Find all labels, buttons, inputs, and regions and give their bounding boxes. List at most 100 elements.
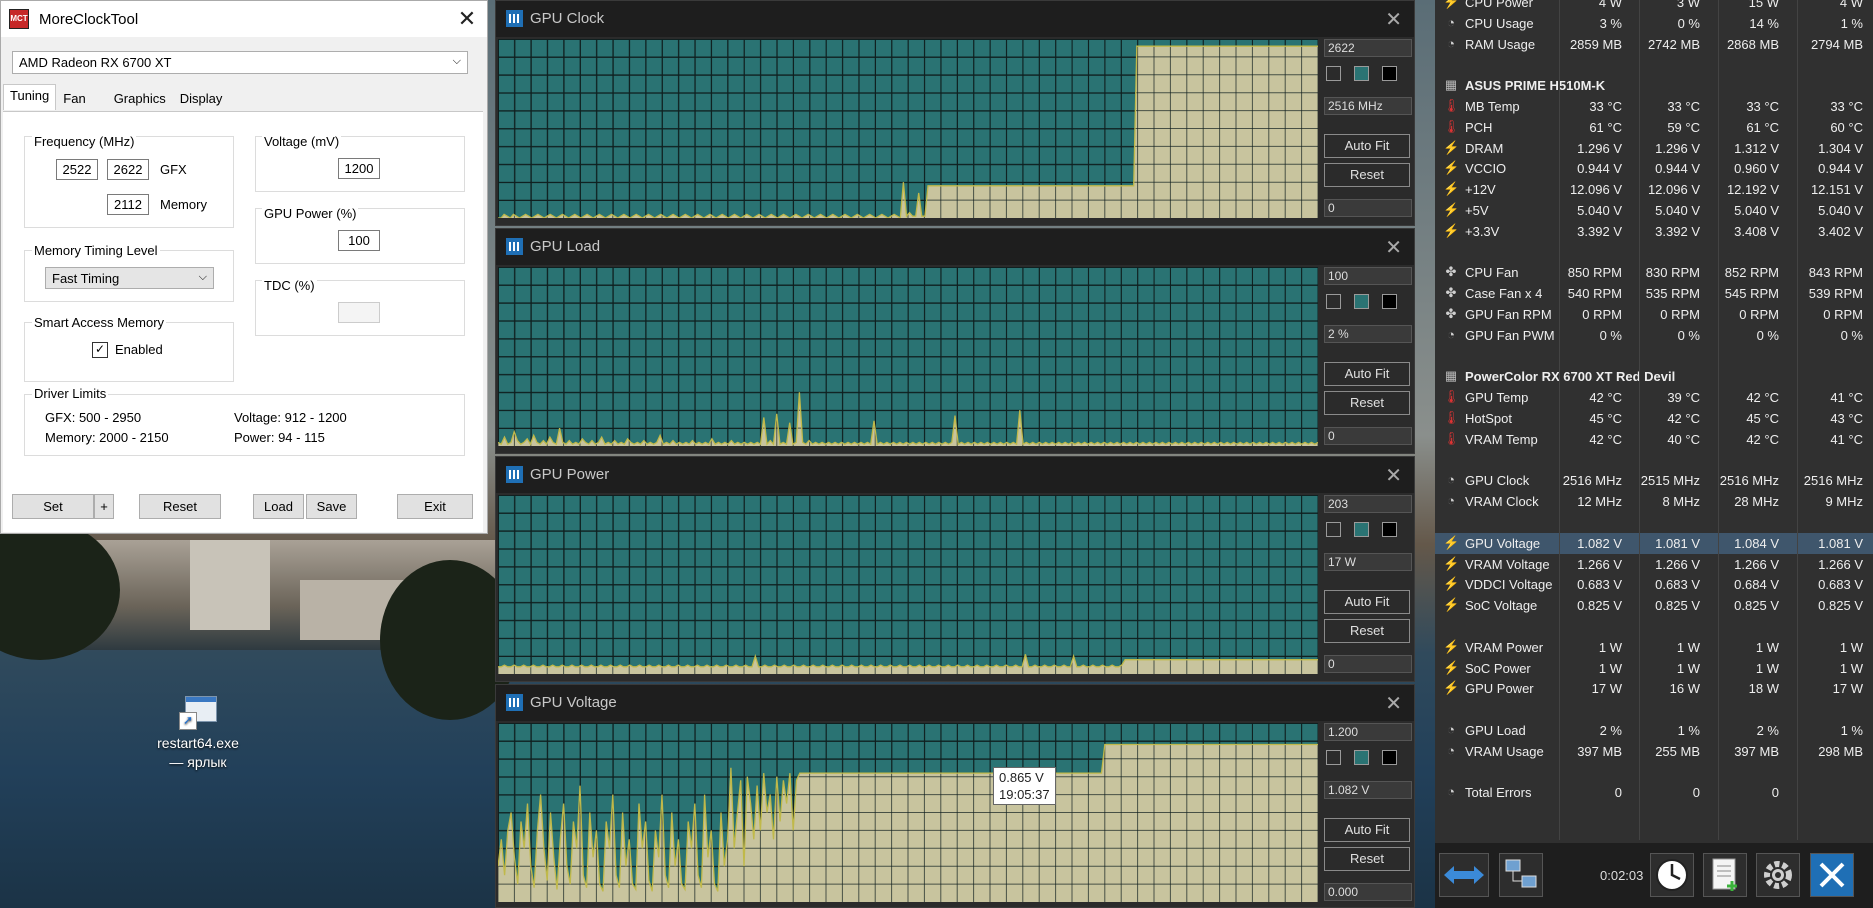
sensor-row[interactable]: ◔ GPU Clock 2516 MHz 2515 MHz 2516 MHz 2516 … — [1435, 470, 1873, 491]
reset-button[interactable]: Reset — [1324, 163, 1410, 187]
sensor-group-header[interactable]: ▦ PowerColor RX 6700 XT Red Devil — [1435, 366, 1873, 387]
sensor-row[interactable]: ⚡ +12V 12.096 V 12.096 V 12.192 V 12.151 V — [1435, 179, 1873, 200]
sensor-spacer — [1435, 54, 1873, 75]
sensor-group-header[interactable]: ▦ ASUS PRIME H510M-K — [1435, 75, 1873, 96]
sensor-row[interactable]: ◔ GPU Load 2 % 1 % 2 % 1 % — [1435, 720, 1873, 741]
graph-max-value[interactable]: 203 — [1324, 495, 1412, 513]
color-teal-swatch[interactable] — [1354, 66, 1369, 81]
sensor-row[interactable]: ⚡ VDDCI Voltage 0.683 V 0.683 V 0.684 V 0.68… — [1435, 574, 1873, 595]
sensor-row[interactable]: ⚡ GPU Power 17 W 16 W 18 W 17 W — [1435, 678, 1873, 699]
tab-fan[interactable]: Fan — [56, 87, 92, 110]
sensor-row[interactable]: ⚡ VCCIO 0.944 V 0.944 V 0.960 V 0.944 V — [1435, 158, 1873, 179]
graph-min-value[interactable]: 0.000 — [1324, 883, 1412, 901]
auto-fit-button[interactable]: Auto Fit — [1324, 818, 1410, 842]
gfx-min-input[interactable]: 2522 — [56, 159, 98, 180]
memory-input[interactable]: 2112 — [107, 194, 149, 215]
expand-arrows-icon[interactable] — [1439, 853, 1489, 897]
sensor-row[interactable]: ⚡ +5V 5.040 V 5.040 V 5.040 V 5.040 V — [1435, 200, 1873, 221]
color-white-swatch[interactable] — [1326, 522, 1341, 537]
desktop-shortcut-restart64[interactable]: ➚ restart64.exe — ярлык — [150, 696, 246, 772]
close-icon[interactable] — [1810, 853, 1854, 897]
sam-checkbox[interactable]: ✓ — [92, 342, 108, 358]
color-white-swatch[interactable] — [1326, 750, 1341, 765]
save-button[interactable]: Save — [306, 494, 357, 519]
tab-graphics[interactable]: Graphics — [107, 87, 173, 110]
sensor-row[interactable]: ⚡ VRAM Power 1 W 1 W 1 W 1 W — [1435, 637, 1873, 658]
graph-title-bar[interactable]: GPU Voltage ✕ — [496, 685, 1414, 721]
color-white-swatch[interactable] — [1326, 294, 1341, 309]
reset-button[interactable]: Reset — [1324, 619, 1410, 643]
voltage-input[interactable]: 1200 — [338, 158, 380, 179]
exit-button[interactable]: Exit — [397, 494, 473, 519]
sensor-row[interactable]: ◔ VRAM Usage 397 MB 255 MB 397 MB 298 MB — [1435, 741, 1873, 762]
sensor-value: 43 °C — [1830, 411, 1863, 426]
bolt-icon: ⚡ — [1443, 0, 1460, 9]
auto-fit-button[interactable]: Auto Fit — [1324, 362, 1410, 386]
sensor-row[interactable]: ⚡ GPU Voltage 1.082 V 1.081 V 1.084 V 1.081 … — [1435, 532, 1873, 554]
color-black-swatch[interactable] — [1382, 294, 1397, 309]
sensor-row[interactable]: 🌡 VRAM Temp 42 °C 40 °C 42 °C 41 °C — [1435, 429, 1873, 450]
sensor-row[interactable]: 🌡 MB Temp 33 °C 33 °C 33 °C 33 °C — [1435, 96, 1873, 117]
color-black-swatch[interactable] — [1382, 522, 1397, 537]
sensor-row[interactable]: ⚡ DRAM 1.296 V 1.296 V 1.312 V 1.304 V — [1435, 138, 1873, 159]
graph-title-bar[interactable]: GPU Load ✕ — [496, 229, 1414, 265]
graph-max-value[interactable]: 100 — [1324, 267, 1412, 285]
reset-button[interactable]: Reset — [139, 494, 221, 519]
sensor-row[interactable]: ✤ CPU Fan 850 RPM 830 RPM 852 RPM 843 RPM — [1435, 262, 1873, 283]
reset-button[interactable]: Reset — [1324, 391, 1410, 415]
close-icon[interactable]: ✕ — [1385, 691, 1402, 716]
memory-timing-select[interactable]: Fast Timing ⌵ — [45, 267, 214, 289]
gpu-power-input[interactable]: 100 — [338, 230, 380, 251]
set-button[interactable]: Set — [12, 494, 94, 519]
sensor-row[interactable]: ⚡ SoC Power 1 W 1 W 1 W 1 W — [1435, 658, 1873, 679]
clock-icon[interactable] — [1650, 853, 1694, 897]
sensor-row[interactable]: ◔ RAM Usage 2859 MB 2742 MB 2868 MB 2794 MB — [1435, 34, 1873, 55]
sensor-row[interactable]: ◔ CPU Usage 3 % 0 % 14 % 1 % — [1435, 13, 1873, 34]
sensor-row[interactable]: 🌡 GPU Temp 42 °C 39 °C 42 °C 41 °C — [1435, 387, 1873, 408]
sensor-row[interactable]: ⚡ +3.3V 3.392 V 3.392 V 3.408 V 3.402 V — [1435, 221, 1873, 242]
auto-fit-button[interactable]: Auto Fit — [1324, 590, 1410, 614]
color-black-swatch[interactable] — [1382, 66, 1397, 81]
sensor-row[interactable]: 🌡 PCH 61 °C 59 °C 61 °C 60 °C — [1435, 117, 1873, 138]
hwinfo-sensor-panel: ⚡ CPU Power 4 W 3 W 15 W 4 W ◔ CPU Usage 3 % 0 … — [1435, 0, 1873, 908]
graph-min-value[interactable]: 0 — [1324, 199, 1412, 217]
sensor-row[interactable]: ⚡ VRAM Voltage 1.266 V 1.266 V 1.266 V 1.266… — [1435, 554, 1873, 575]
sensor-row[interactable]: ⚡ CPU Power 4 W 3 W 15 W 4 W — [1435, 0, 1873, 13]
sensor-row[interactable]: 🌡 HotSpot 45 °C 42 °C 45 °C 43 °C — [1435, 408, 1873, 429]
network-icon[interactable] — [1499, 853, 1543, 897]
sensor-row[interactable]: ⚡ SoC Voltage 0.825 V 0.825 V 0.825 V 0.825 … — [1435, 595, 1873, 616]
color-white-swatch[interactable] — [1326, 66, 1341, 81]
sensor-value: 40 °C — [1667, 431, 1700, 447]
graph-max-value[interactable]: 1.200 — [1324, 723, 1412, 741]
sensor-value: 397 MB — [1577, 743, 1622, 759]
color-teal-swatch[interactable] — [1354, 750, 1369, 765]
sensor-row[interactable]: ◔ Total Errors 0 0 0 — [1435, 782, 1873, 803]
load-button[interactable]: Load — [253, 494, 304, 519]
close-icon[interactable]: ✕ — [1385, 235, 1402, 260]
close-icon[interactable]: ✕ — [1385, 7, 1402, 32]
tab-tuning[interactable]: Tuning — [3, 84, 57, 110]
plus-button[interactable]: + — [94, 494, 114, 519]
sensor-row[interactable]: ✤ Case Fan x 4 540 RPM 535 RPM 545 RPM 539 R… — [1435, 283, 1873, 304]
gfx-max-input[interactable]: 2622 — [107, 159, 149, 180]
sensor-row[interactable]: ◔ GPU Fan PWM 0 % 0 % 0 % 0 % — [1435, 325, 1873, 346]
sensor-row[interactable]: ◔ VRAM Clock 12 MHz 8 MHz 28 MHz 9 MHz — [1435, 491, 1873, 512]
device-select[interactable]: AMD Radeon RX 6700 XT ⌵ — [12, 51, 468, 74]
graph-max-value[interactable]: 2622 — [1324, 39, 1412, 57]
sensor-row[interactable]: ✤ GPU Fan RPM 0 RPM 0 RPM 0 RPM 0 RPM — [1435, 304, 1873, 325]
tab-display[interactable]: Display — [173, 87, 230, 110]
title-bar[interactable]: MCT MoreClockTool ✕ — [1, 1, 487, 37]
settings-gear-icon[interactable] — [1756, 853, 1800, 897]
color-teal-swatch[interactable] — [1354, 294, 1369, 309]
color-teal-swatch[interactable] — [1354, 522, 1369, 537]
graph-title-bar[interactable]: GPU Power ✕ — [496, 457, 1414, 493]
report-icon[interactable] — [1703, 853, 1747, 897]
close-icon[interactable]: ✕ — [1385, 463, 1402, 488]
reset-button[interactable]: Reset — [1324, 847, 1410, 871]
graph-title-bar[interactable]: GPU Clock ✕ — [496, 1, 1414, 37]
close-icon[interactable]: ✕ — [447, 6, 487, 32]
graph-min-value[interactable]: 0 — [1324, 655, 1412, 673]
graph-min-value[interactable]: 0 — [1324, 427, 1412, 445]
color-black-swatch[interactable] — [1382, 750, 1397, 765]
auto-fit-button[interactable]: Auto Fit — [1324, 134, 1410, 158]
